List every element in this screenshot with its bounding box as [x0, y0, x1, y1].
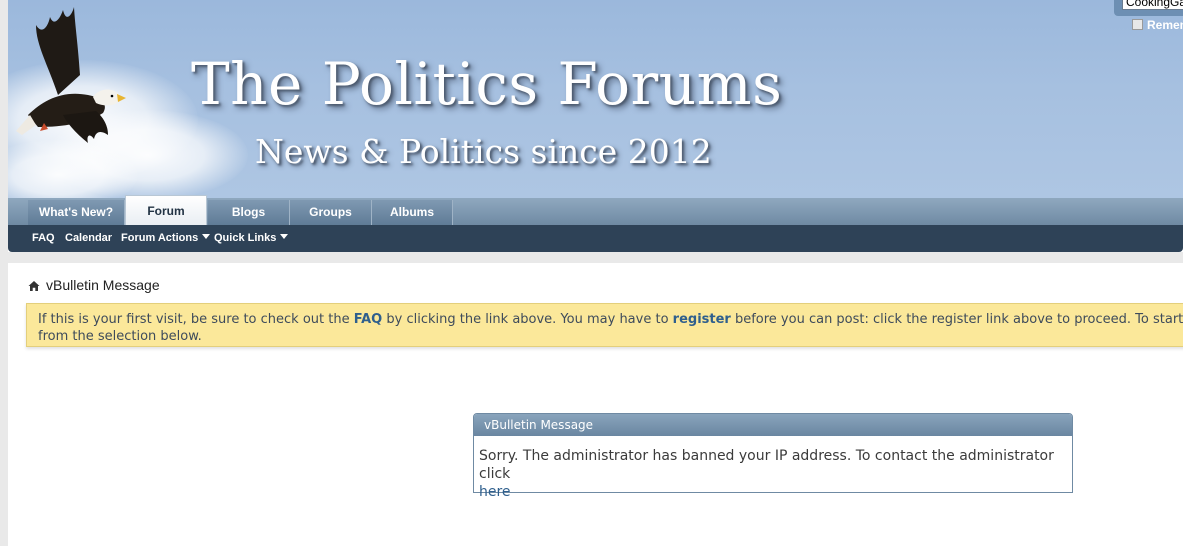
subnav-forum-actions-label: Forum Actions [121, 232, 199, 244]
notice-text-1: If this is your first visit, be sure to … [38, 312, 354, 327]
chevron-down-icon [280, 234, 289, 239]
main-nav: What's New? Forum Blogs Groups Albums [8, 195, 1183, 225]
tab-blogs[interactable]: Blogs [208, 200, 290, 225]
message-box: vBulletin Message Sorry. The administrat… [473, 413, 1073, 500]
chevron-down-icon [202, 234, 211, 239]
subnav-calendar[interactable]: Calendar [65, 225, 112, 252]
notice-text-2: by clicking the link above. You may have… [382, 312, 673, 327]
subnav-quick-links[interactable]: Quick Links [214, 225, 289, 252]
remember-label: Remem [1147, 18, 1183, 32]
section-gap [8, 252, 1183, 263]
page: The Politics Forums News & Politics sinc… [8, 0, 1183, 546]
remember-me[interactable]: Remem [1132, 18, 1183, 32]
site-tagline: News & Politics since 2012 [255, 132, 712, 171]
subnav-calendar-label: Calendar [65, 232, 113, 244]
notice-text-4: from the selection below. [38, 329, 202, 344]
contact-admin-link[interactable]: here [479, 484, 511, 500]
tab-groups[interactable]: Groups [290, 200, 372, 225]
tab-forum[interactable]: Forum [125, 195, 207, 225]
main-content: vBulletin Message If this is your first … [8, 263, 1183, 546]
sub-nav: FAQ Calendar Forum Actions Quick Links [8, 225, 1183, 252]
header-banner: The Politics Forums News & Politics sinc… [8, 0, 1183, 198]
breadcrumb-current: vBulletin Message [46, 277, 160, 293]
tab-whats-new[interactable]: What's New? [28, 200, 125, 225]
username-input[interactable] [1122, 0, 1183, 10]
eagle-icon [16, 7, 126, 143]
notice-text-3: before you can post: click the register … [734, 312, 1183, 327]
home-icon[interactable] [28, 280, 40, 292]
faq-link[interactable]: FAQ [354, 312, 383, 327]
tab-albums[interactable]: Albums [372, 200, 453, 225]
subnav-forum-actions[interactable]: Forum Actions [121, 225, 211, 252]
remember-checkbox[interactable] [1132, 19, 1143, 30]
site-title[interactable]: The Politics Forums [191, 50, 782, 118]
subnav-quick-links-label: Quick Links [214, 232, 277, 244]
subnav-faq[interactable]: FAQ [32, 225, 55, 252]
notice-banner: If this is your first visit, be sure to … [26, 303, 1183, 347]
message-box-body: Sorry. The administrator has banned your… [474, 436, 1072, 501]
subnav-faq-label: FAQ [32, 232, 55, 244]
breadcrumb: vBulletin Message [28, 277, 160, 293]
message-text: Sorry. The administrator has banned your… [479, 448, 1054, 482]
register-link[interactable]: register [673, 312, 731, 327]
message-box-title: vBulletin Message [474, 414, 1072, 436]
